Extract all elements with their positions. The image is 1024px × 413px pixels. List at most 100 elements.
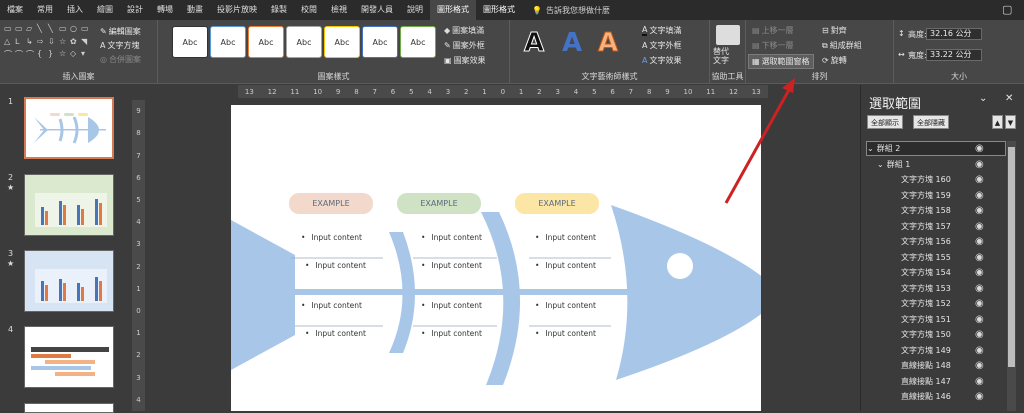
tab-1[interactable]: 常用	[30, 0, 60, 20]
shapes-gallery[interactable]: ▭ ▭ ▱ ╲ ╲ ▭ ○ ▭ △ ᒪ ↳ ⇨ ⇩ ☆ ✿ ◥ ⌒ ⌒ ⌒{} ☆ ◇ ▾	[4, 24, 94, 62]
height-input[interactable]: 32.16 公分	[926, 28, 982, 40]
content-item[interactable]: • Input content	[301, 301, 362, 310]
show-all-button[interactable]: 全部顯示	[867, 115, 903, 129]
content-item[interactable]: • Input content	[305, 329, 366, 338]
slide-thumbnail-2[interactable]	[24, 174, 114, 236]
shape-style-6[interactable]: Abc	[362, 26, 398, 58]
alt-text-button[interactable]: 替代 文字	[713, 47, 729, 65]
tab-14[interactable]: 圖形格式	[476, 0, 522, 20]
text-box-button[interactable]: A 文字方塊	[100, 40, 139, 51]
tab-2[interactable]: 插入	[60, 0, 90, 20]
shape-style-4[interactable]: Abc	[286, 26, 322, 58]
selection-item[interactable]: 文字方塊 151	[901, 312, 1005, 327]
example-label-3[interactable]: EXAMPLE	[515, 193, 599, 214]
eye-icon[interactable]: ◉	[975, 141, 987, 156]
slide-thumbnail-1[interactable]	[24, 97, 114, 159]
eye-icon[interactable]: ◉	[975, 374, 987, 389]
tab-11[interactable]: 開發人員	[354, 0, 400, 20]
tab-10[interactable]: 檢視	[324, 0, 354, 20]
comment-icon[interactable]: ▢	[1002, 3, 1016, 17]
tab-12[interactable]: 說明	[400, 0, 430, 20]
tab-8[interactable]: 錄製	[264, 0, 294, 20]
group-button[interactable]: ⧉ 組成群組	[822, 40, 862, 51]
eye-icon[interactable]: ◉	[975, 234, 987, 249]
selection-item[interactable]: 直線接點 146	[901, 389, 1005, 404]
selection-item[interactable]: 文字方塊 159	[901, 188, 1005, 203]
send-backward-button[interactable]: ▤ 下移一層	[752, 40, 794, 51]
content-item[interactable]: • Input content	[421, 329, 482, 338]
hide-all-button[interactable]: 全部隱藏	[913, 115, 949, 129]
selection-pane-button[interactable]: ▦ 選取範圍窗格	[748, 54, 814, 69]
eye-icon[interactable]: ◉	[975, 265, 987, 280]
tab-3[interactable]: 繪圖	[90, 0, 120, 20]
text-outline-button[interactable]: A 文字外框	[642, 40, 681, 51]
tab-4[interactable]: 設計	[120, 0, 150, 20]
example-label-1[interactable]: EXAMPLE	[289, 193, 373, 214]
selection-item[interactable]: 直線接點 147	[901, 374, 1005, 389]
shape-style-2[interactable]: Abc	[210, 26, 246, 58]
content-item[interactable]: • Input content	[305, 261, 366, 270]
tab-6[interactable]: 動畫	[180, 0, 210, 20]
eye-icon[interactable]: ◉	[975, 172, 987, 187]
tab-13[interactable]: 圖形格式	[430, 0, 476, 20]
selection-item[interactable]: 文字方塊 156	[901, 234, 1005, 249]
text-effects-button[interactable]: A 文字效果	[642, 55, 681, 66]
eye-icon[interactable]: ◉	[975, 157, 987, 172]
content-item[interactable]: • Input content	[421, 233, 482, 242]
eye-icon[interactable]: ◉	[975, 358, 987, 373]
tab-9[interactable]: 校閱	[294, 0, 324, 20]
content-item[interactable]: • Input content	[301, 233, 362, 242]
edit-shape-button[interactable]: ✎ 編輯圖案	[100, 26, 141, 37]
close-icon[interactable]: ✕	[1005, 93, 1013, 104]
eye-icon[interactable]: ◉	[975, 219, 987, 234]
selection-item[interactable]: 文字方塊 154	[901, 265, 1005, 280]
content-item[interactable]: • Input content	[535, 301, 596, 310]
selection-item[interactable]: 文字方塊 150	[901, 327, 1005, 342]
eye-icon[interactable]: ◉	[975, 250, 987, 265]
shape-outline-button[interactable]: ✎ 圖案外框	[444, 40, 485, 51]
move-down-icon[interactable]: ▼	[1005, 115, 1016, 129]
bring-forward-button[interactable]: ▤ 上移一層	[752, 25, 794, 36]
align-button[interactable]: ⊟ 對齊	[822, 25, 847, 36]
shape-fill-button[interactable]: ◆ 圖案填滿	[444, 25, 484, 36]
slide-thumbnail-5[interactable]	[24, 403, 114, 413]
tab-0[interactable]: 檔案	[0, 0, 30, 20]
selection-item[interactable]: 文字方塊 149	[901, 343, 1005, 358]
content-item[interactable]: • Input content	[535, 261, 596, 270]
chevron-down-icon[interactable]: ⌄	[877, 160, 884, 169]
slide-thumbnail-4[interactable]	[24, 326, 114, 388]
shape-style-7[interactable]: Abc	[400, 26, 436, 58]
eye-icon[interactable]: ◉	[975, 343, 987, 358]
selection-item[interactable]: 文字方塊 152	[901, 296, 1005, 311]
wordart-style-1[interactable]: A	[523, 28, 544, 59]
slide-canvas[interactable]: EXAMPLE EXAMPLE EXAMPLE • Input content • I…	[231, 105, 761, 411]
shape-style-3[interactable]: Abc	[248, 26, 284, 58]
eye-icon[interactable]: ◉	[975, 389, 987, 404]
tab-5[interactable]: 轉場	[150, 0, 180, 20]
selection-item[interactable]: 文字方塊 153	[901, 281, 1005, 296]
text-fill-button[interactable]: A 文字填滿	[642, 25, 681, 36]
content-item[interactable]: • Input content	[421, 261, 482, 270]
eye-icon[interactable]: ◉	[975, 327, 987, 342]
shape-effects-button[interactable]: ▣ 圖案效果	[444, 55, 486, 66]
merge-shapes-button[interactable]: ◎ 合併圖案	[100, 54, 141, 65]
eye-icon[interactable]: ◉	[975, 203, 987, 218]
chevron-down-icon[interactable]: ⌄	[979, 93, 987, 104]
width-input[interactable]: 33.22 公分	[926, 49, 982, 61]
selection-item[interactable]: 直線接點 148	[901, 358, 1005, 373]
example-label-2[interactable]: EXAMPLE	[397, 193, 481, 214]
move-up-icon[interactable]: ▲	[992, 115, 1003, 129]
selection-item[interactable]: 文字方塊 158	[901, 203, 1005, 218]
tell-me-search[interactable]: 💡 告訴我您想做什麼	[522, 5, 610, 16]
content-item[interactable]: • Input content	[421, 301, 482, 310]
pane-scrollbar-thumb[interactable]	[1008, 147, 1015, 367]
selection-item[interactable]: 文字方塊 157	[901, 219, 1005, 234]
eye-icon[interactable]: ◉	[975, 296, 987, 311]
chevron-down-icon[interactable]: ⌄	[867, 144, 874, 153]
content-item[interactable]: • Input content	[535, 233, 596, 242]
wordart-style-2[interactable]: A	[562, 28, 582, 58]
wordart-style-3[interactable]: A	[597, 28, 618, 59]
shape-style-1[interactable]: Abc	[172, 26, 208, 58]
selection-item[interactable]: 文字方塊 155	[901, 250, 1005, 265]
content-item[interactable]: • Input content	[535, 329, 596, 338]
